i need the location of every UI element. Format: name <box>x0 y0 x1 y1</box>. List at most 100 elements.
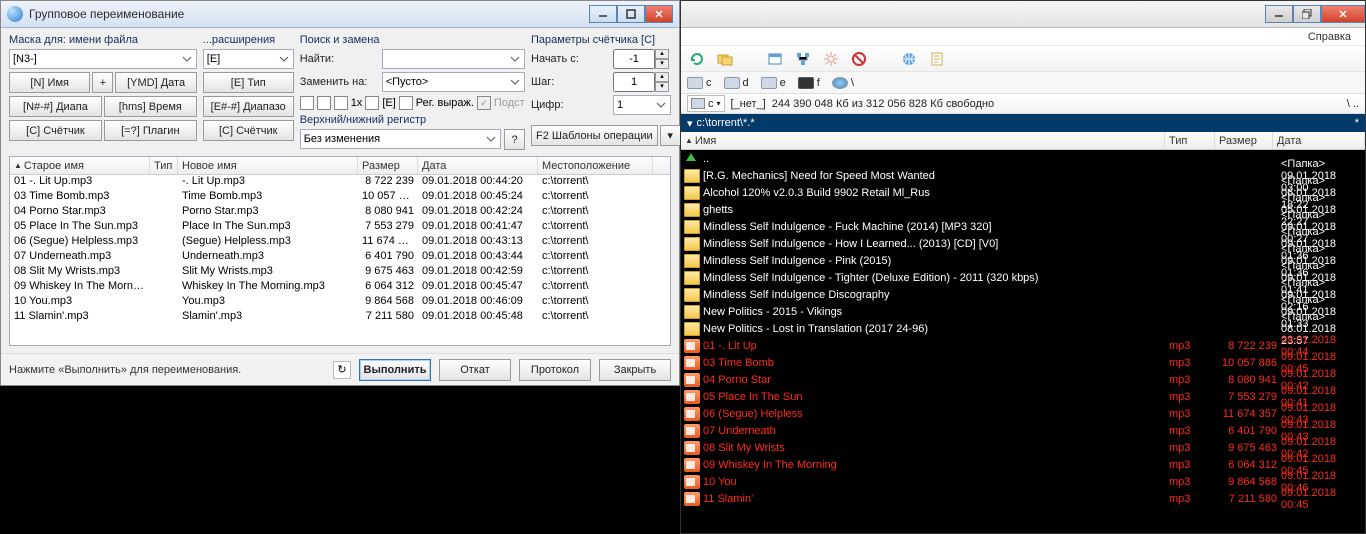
step-up[interactable]: ▴ <box>655 72 669 82</box>
btn-counter2[interactable]: [C] Счётчик <box>203 120 294 141</box>
col-loc[interactable]: Местоположение <box>538 157 653 174</box>
list-item[interactable]: 03 Time Bombmp310 057 88609.01.2018 00:4… <box>681 354 1365 371</box>
table-row[interactable]: 03 Time Bomb.mp3Time Bomb.mp310 057 8860… <box>10 190 670 205</box>
drive-e[interactable]: e <box>761 77 786 89</box>
table-row[interactable]: 04 Porno Star.mp3Porno Star.mp38 080 941… <box>10 205 670 220</box>
drive-select[interactable]: c▾ <box>687 95 725 112</box>
list-item[interactable]: Mindless Self Indulgence - Fuck Machine … <box>681 218 1365 235</box>
cancel-icon[interactable] <box>851 51 867 67</box>
list-item[interactable]: 09 Whiskey In The Morningmp36 064 31209.… <box>681 456 1365 473</box>
globe-icon[interactable] <box>901 51 917 67</box>
reload-icon[interactable]: ↻ <box>333 361 351 379</box>
dialog-titlebar[interactable]: Групповое переименование <box>1 1 679 28</box>
list-item[interactable]: [R.G. Mechanics] Need for Speed Most Wan… <box>681 167 1365 184</box>
chk-1x[interactable] <box>334 96 348 110</box>
list-item[interactable]: 04 Porno Starmp38 080 94109.01.2018 00:4… <box>681 371 1365 388</box>
main-titlebar[interactable] <box>681 1 1365 28</box>
col-size[interactable]: Размер <box>358 157 418 174</box>
fcol-date[interactable]: Дата <box>1273 132 1365 149</box>
folder-compare-icon[interactable] <box>717 51 733 67</box>
status-back[interactable]: \ .. <box>1347 98 1359 110</box>
btn-counter[interactable]: [C] Счётчик <box>9 120 102 141</box>
start-down[interactable]: ▾ <box>655 59 669 69</box>
btn-nrange[interactable]: [N#-#] Диапа <box>9 96 102 117</box>
list-item[interactable]: New Politics - Lost in Translation (2017… <box>681 320 1365 337</box>
table-row[interactable]: 08 Slit My Wrists.mp3Slit My Wrists.mp39… <box>10 265 670 280</box>
run-button[interactable]: Выполнить <box>359 359 431 381</box>
chk-regex[interactable] <box>399 96 413 110</box>
btn-erange[interactable]: [E#-#] Диапазо <box>203 96 294 117</box>
list-item[interactable]: .. <box>681 150 1365 167</box>
mask-input[interactable]: [N3-] <box>9 49 197 69</box>
fcol-name[interactable]: ▲Имя <box>681 132 1165 149</box>
close-dialog-button[interactable]: Закрыть <box>599 359 671 381</box>
fcol-type[interactable]: Тип <box>1165 132 1215 149</box>
btn-plugin[interactable]: [=?] Плагин <box>104 120 197 141</box>
templates-button[interactable]: F2 Шаблоны операции <box>531 125 658 146</box>
list-item[interactable]: 06 (Segue) Helplessmp311 674 35709.01.20… <box>681 405 1365 422</box>
btn-hms[interactable]: [hms] Время <box>104 96 197 117</box>
list-item[interactable]: 08 Slit My Wristsmp39 675 46309.01.2018 … <box>681 439 1365 456</box>
note-icon[interactable] <box>929 51 945 67</box>
list-item[interactable]: 05 Place In The Sunmp37 553 27909.01.201… <box>681 388 1365 405</box>
start-input[interactable] <box>613 49 655 69</box>
table-row[interactable]: 11 Slamin'.mp3Slamin'.mp37 211 58009.01.… <box>10 310 670 325</box>
drive-c[interactable]: c <box>687 77 712 89</box>
window-icon[interactable] <box>767 51 783 67</box>
col-old[interactable]: ▲Старое имя <box>10 157 150 174</box>
list-item[interactable]: ghetts<Папка> 05.01.2018 22:27 <box>681 201 1365 218</box>
ext-input[interactable]: [E] <box>203 49 294 69</box>
find-input[interactable] <box>382 49 525 69</box>
list-item[interactable]: New Politics - 2015 - Vikings<Папка> 09.… <box>681 303 1365 320</box>
start-up[interactable]: ▴ <box>655 49 669 59</box>
drive-net[interactable]: \ <box>832 77 854 89</box>
main-restore[interactable] <box>1293 5 1321 23</box>
close-button[interactable] <box>645 5 673 23</box>
gear-icon[interactable] <box>823 51 839 67</box>
chk-subst[interactable]: ✓ <box>477 96 491 110</box>
list-item[interactable]: 11 Slamin'mp37 211 58009.01.2018 00:45 <box>681 490 1365 507</box>
maximize-button[interactable] <box>617 5 645 23</box>
table-row[interactable]: 05 Place In The Sun.mp3Place In The Sun.… <box>10 220 670 235</box>
log-button[interactable]: Протокол <box>519 359 591 381</box>
list-item[interactable]: 10 Yoump39 864 56809.01.2018 00:46 <box>681 473 1365 490</box>
list-item[interactable]: Mindless Self Indulgence Discography<Пап… <box>681 286 1365 303</box>
digits-input[interactable]: 1 <box>613 95 671 115</box>
main-close[interactable] <box>1321 5 1365 23</box>
list-item[interactable]: 01 -. Lit Upmp38 722 23909.01.2018 00:44 <box>681 337 1365 354</box>
table-row[interactable]: 10 You.mp3You.mp39 864 56809.01.2018 00:… <box>10 295 670 310</box>
undo-button[interactable]: Откат <box>439 359 511 381</box>
fcol-size[interactable]: Размер <box>1215 132 1273 149</box>
file-list[interactable]: ..[R.G. Mechanics] Need for Speed Most W… <box>681 150 1365 533</box>
list-item[interactable]: Mindless Self Indulgence - Tighter (Delu… <box>681 269 1365 286</box>
drive-f[interactable]: f <box>798 77 820 89</box>
col-new[interactable]: Новое имя <box>178 157 358 174</box>
step-input[interactable] <box>613 72 655 92</box>
path-star[interactable]: * <box>1355 117 1359 129</box>
tree-icon[interactable] <box>795 51 811 67</box>
step-down[interactable]: ▾ <box>655 82 669 92</box>
chk-e[interactable] <box>365 96 379 110</box>
list-item[interactable]: 07 Underneathmp36 401 79009.01.2018 00:4… <box>681 422 1365 439</box>
menu-help[interactable]: Справка <box>1308 31 1351 43</box>
btn-plus[interactable]: + <box>92 72 113 93</box>
btn-n[interactable]: [N] Имя <box>9 72 90 93</box>
templates-menu[interactable]: ▾ <box>660 125 681 146</box>
btn-ymd[interactable]: [YMD] Дата <box>115 72 196 93</box>
case-select[interactable]: Без изменения <box>300 129 501 149</box>
replace-input[interactable]: <Пусто> <box>382 72 525 92</box>
btn-e[interactable]: [E] Тип <box>203 72 294 93</box>
refresh-icon[interactable] <box>689 51 705 67</box>
chk-2[interactable] <box>317 96 331 110</box>
table-row[interactable]: 01 -. Lit Up.mp3-. Lit Up.mp38 722 23909… <box>10 175 670 190</box>
case-help[interactable]: ? <box>504 129 525 150</box>
table-row[interactable]: 07 Underneath.mp3Underneath.mp36 401 790… <box>10 250 670 265</box>
path-bar[interactable]: ▾ c:\torrent\*.* * <box>681 114 1365 132</box>
list-item[interactable]: Mindless Self Indulgence - Pink (2015)<П… <box>681 252 1365 269</box>
table-row[interactable]: 06 (Segue) Helpless.mp3(Segue) Helpless.… <box>10 235 670 250</box>
list-item[interactable]: Mindless Self Indulgence - How I Learned… <box>681 235 1365 252</box>
table-row[interactable]: 09 Whiskey In The Morning...Whiskey In T… <box>10 280 670 295</box>
minimize-button[interactable] <box>589 5 617 23</box>
col-type[interactable]: Тип <box>150 157 178 174</box>
col-date[interactable]: Дата <box>418 157 538 174</box>
